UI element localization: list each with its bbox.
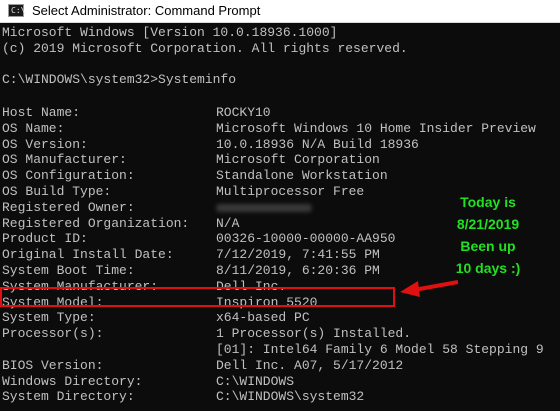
row-value: C:\WINDOWS\system32 xyxy=(216,389,365,405)
row-label: Registered Owner: xyxy=(2,199,135,215)
systeminfo-row: System Directory: C:\WINDOWS\system32 xyxy=(2,389,364,405)
systeminfo-row: OS Version: 10.0.18936 N/A Build 18936 xyxy=(2,136,419,153)
annotation-line: 10 days :) xyxy=(455,260,521,276)
systeminfo-row: OS Configuration: Standalone Workstation xyxy=(2,168,388,184)
row-label: Processor(s): xyxy=(2,326,104,342)
row-label: System Type: xyxy=(2,310,96,326)
annotation-line: Been up xyxy=(460,238,516,254)
systeminfo-row: Product ID: 00326-10000-00000-AA950 xyxy=(2,231,395,247)
annotation-line: 8/21/2019 xyxy=(456,216,520,232)
annotation-line: Today is xyxy=(460,194,516,210)
row-value: x64-based PC xyxy=(216,310,310,326)
window-title: Select Administrator: Command Prompt xyxy=(32,3,261,18)
row-label: Registered Organization: xyxy=(2,215,190,231)
systeminfo-row: Original Install Date: 7/12/2019, 7:41:55… xyxy=(2,247,380,263)
row-value: 10.0.18936 N/A Build 18936 xyxy=(216,136,419,152)
row-label: System Boot Time: xyxy=(2,263,135,278)
systeminfo-row: Processor(s): 1 Processor(s) Installed. xyxy=(2,326,411,342)
row-value: C:\WINDOWS xyxy=(216,373,295,389)
systeminfo-row: Registered Organization: N/A xyxy=(2,215,239,232)
boot-time-highlight-box xyxy=(0,287,395,307)
systeminfo-row: BIOS Version: Dell Inc. A07, 5/17/2012 xyxy=(2,357,403,374)
row-label: Product ID: xyxy=(2,231,88,247)
systeminfo-row: System Boot Time: 8/11/2019, 6:20:36 PM xyxy=(2,263,380,279)
row-value: Standalone Workstation xyxy=(216,168,388,184)
row-label: OS Build Type: xyxy=(2,184,112,199)
systeminfo-row: Registered Owner: xyxy=(2,199,312,216)
version-line: Microsoft Windows [Version 10.0.18936.10… xyxy=(2,25,338,40)
systeminfo-row: System Type: x64-based PC xyxy=(2,310,310,326)
row-label: Original Install Date: xyxy=(2,247,174,263)
systeminfo-row: Host Name: ROCKY10 xyxy=(2,105,271,121)
row-value: ROCKY10 xyxy=(216,105,271,120)
row-value: 8/11/2019, 6:20:36 PM xyxy=(216,263,380,278)
uptime-annotation: Today is 8/21/2019 Been up 10 days :) xyxy=(428,191,548,279)
row-value: N/A xyxy=(216,215,240,231)
row-label: OS Configuration: xyxy=(2,168,135,184)
copyright-line: (c) 2019 Microsoft Corporation. All righ… xyxy=(2,41,408,56)
systeminfo-row: OS Build Type: Multiprocessor Free xyxy=(2,184,364,200)
row-value: 00326-10000-00000-AA950 xyxy=(216,231,396,247)
systeminfo-row: Windows Directory: C:\WINDOWS xyxy=(2,373,294,390)
systeminfo-row: OS Name: Microsoft Windows 10 Home Inside… xyxy=(2,120,536,137)
row-value: Microsoft Windows 10 Home Insider Previe… xyxy=(216,120,536,136)
row-label: Windows Directory: xyxy=(2,373,143,389)
row-value: 7/12/2019, 7:41:55 PM xyxy=(216,247,380,263)
row-value: Microsoft Corporation xyxy=(216,152,380,168)
row-label: OS Version: xyxy=(2,136,88,152)
redacted-value xyxy=(216,203,312,212)
row-value: 1 Processor(s) Installed. xyxy=(216,326,412,342)
row-label: System Directory: xyxy=(2,389,135,405)
row-value: [01]: Intel64 Family 6 Model 58 Stepping… xyxy=(216,342,544,357)
row-label: OS Manufacturer: xyxy=(2,152,127,168)
command-line: C:\WINDOWS\system32>Systeminfo xyxy=(2,72,237,87)
title-bar[interactable]: C:\ Select Administrator: Command Prompt xyxy=(0,0,560,23)
row-label: OS Name: xyxy=(2,120,65,136)
cmd-icon: C:\ xyxy=(8,4,25,17)
row-value: Dell Inc. A07, 5/17/2012 xyxy=(216,357,404,373)
console-output[interactable]: Microsoft Windows [Version 10.0.18936.10… xyxy=(0,23,560,411)
systeminfo-row: OS Manufacturer: Microsoft Corporation xyxy=(2,152,380,168)
row-label: BIOS Version: xyxy=(2,357,104,373)
row-label: Host Name: xyxy=(2,105,81,120)
row-value: Multiprocessor Free xyxy=(216,184,365,199)
